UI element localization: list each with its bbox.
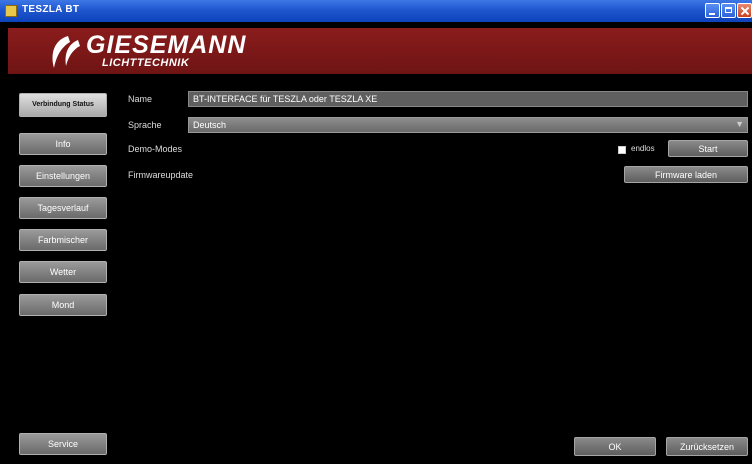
endless-checkbox[interactable] — [618, 146, 626, 154]
language-selected-value: Deutsch — [193, 120, 227, 130]
window-title: TESZLA BT — [22, 4, 80, 15]
language-select[interactable]: Deutsch ▼ — [188, 117, 748, 133]
brand-subtitle: LICHTTECHNIK — [102, 57, 190, 69]
sidebar-item-label: Mond — [51, 300, 75, 310]
endless-label: endlos — [631, 144, 655, 153]
sidebar-item-label: Verbindung Status — [32, 101, 94, 108]
demo-mode-label: Demo-Modes — [128, 144, 183, 154]
sidebar-item-wetter[interactable]: Wetter — [19, 261, 107, 283]
sidebar-item-label: Wetter — [49, 267, 77, 277]
app-window: TESZLA BT GIESEMANN LICHTTECHNIK Verbind… — [0, 0, 752, 464]
sidebar-item-einstellungen[interactable]: Einstellungen — [19, 165, 107, 187]
ok-button[interactable]: OK — [574, 437, 656, 456]
name-input[interactable] — [188, 91, 748, 107]
close-button[interactable] — [737, 3, 752, 18]
load-firmware-button[interactable]: Firmware laden — [624, 166, 748, 183]
service-button[interactable]: Service — [19, 433, 107, 455]
start-button-label: Start — [698, 143, 718, 154]
sidebar-item-verbindung-status[interactable]: Verbindung Status — [19, 93, 107, 117]
sidebar-item-label: Info — [55, 139, 71, 149]
name-label: Name — [128, 94, 153, 104]
sidebar-item-info[interactable]: Info — [19, 133, 107, 155]
firmware-update-label: Firmwareupdate — [128, 170, 194, 180]
load-firmware-button-label: Firmware laden — [654, 169, 718, 180]
sidebar-item-label: Tagesverlauf — [37, 203, 89, 213]
language-label: Sprache — [128, 120, 162, 130]
maximize-button[interactable] — [721, 3, 736, 18]
reset-button-label: Zurücksetzen — [679, 441, 735, 452]
brand-name: GIESEMANN — [86, 31, 247, 59]
sidebar-item-tagesverlauf[interactable]: Tagesverlauf — [19, 197, 107, 219]
sidebar-item-label: Einstellungen — [35, 171, 91, 181]
sidebar-item-label: Farbmischer — [37, 235, 88, 245]
sidebar-item-mond[interactable]: Mond — [19, 294, 107, 316]
reset-button[interactable]: Zurücksetzen — [666, 437, 748, 456]
brand-header: GIESEMANN LICHTTECHNIK — [8, 28, 752, 74]
service-button-label: Service — [47, 439, 78, 449]
giesemann-logo-icon — [52, 36, 80, 68]
start-demo-button[interactable]: Start — [668, 140, 748, 157]
ok-button-label: OK — [608, 441, 622, 452]
dropdown-arrow-icon[interactable]: ▼ — [735, 119, 744, 129]
title-bar[interactable]: TESZLA BT — [0, 0, 752, 22]
app-icon — [5, 5, 17, 17]
sidebar-item-farbmischer[interactable]: Farbmischer — [19, 229, 107, 251]
minimize-button[interactable] — [705, 3, 720, 18]
